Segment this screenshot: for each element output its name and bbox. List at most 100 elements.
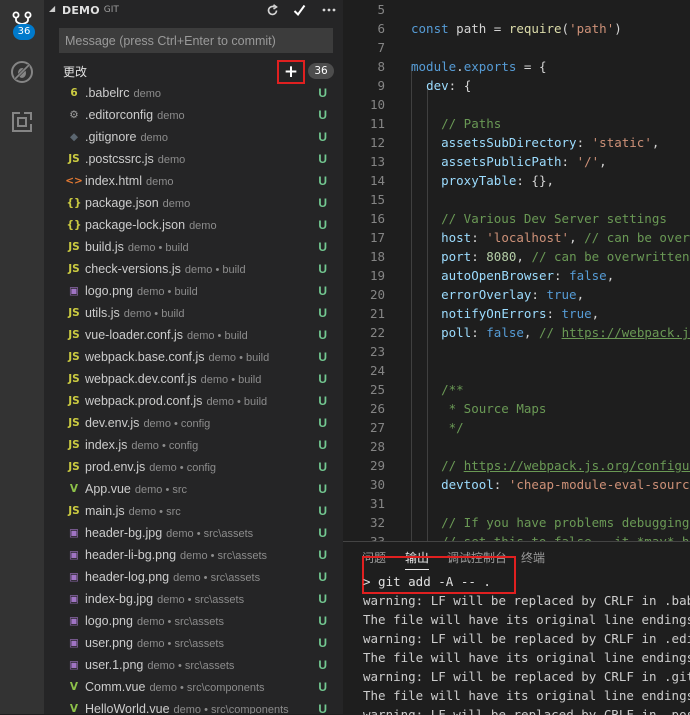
code-token: proxyTable (441, 173, 517, 188)
line-number: 10 (369, 97, 385, 112)
file-type-icon: JS (68, 307, 80, 319)
file-path: demo • build (206, 396, 268, 408)
code-line: 27 */ (343, 418, 690, 437)
line-number: 14 (369, 173, 385, 188)
file-row[interactable]: <> index.html demo U (44, 170, 343, 192)
more-actions-icon[interactable] (320, 2, 338, 18)
code-line: 9 dev: { (343, 76, 690, 95)
file-type-icon: JS (68, 263, 80, 275)
collapse-caret-icon[interactable]: ◢ (49, 4, 55, 13)
code-line: 15 (343, 190, 690, 209)
file-row[interactable]: ▣ header-bg.jpg demo • src\assets U (44, 522, 343, 544)
file-row[interactable]: ▣ logo.png demo • build U (44, 280, 343, 302)
file-status: U (318, 570, 327, 584)
file-row[interactable]: {} package.json demo U (44, 192, 343, 214)
file-row[interactable]: ⚙ .editorconfig demo U (44, 104, 343, 126)
file-row[interactable]: ▣ logo.png demo • src\assets U (44, 610, 343, 632)
line-number: 27 (369, 420, 385, 435)
file-row[interactable]: 6 .babelrc demo U (44, 82, 343, 104)
file-row[interactable]: JS vue-loader.conf.js demo • build U (44, 324, 343, 346)
sidebar-header: ◢ DEMO GIT (44, 0, 343, 20)
code-token: const (411, 21, 449, 36)
code-text: poll: false, // https://webpack.js.org/c… (411, 325, 690, 340)
file-status: U (318, 614, 327, 628)
file-row[interactable]: ▣ header-li-bg.png demo • src\assets U (44, 544, 343, 566)
line-number: 29 (369, 458, 385, 473)
code-token: exports (463, 59, 517, 74)
file-row[interactable]: JS webpack.dev.conf.js demo • build U (44, 368, 343, 390)
code-text: /** (411, 382, 464, 397)
file-path: demo • build (184, 264, 246, 276)
file-row[interactable]: JS webpack.base.conf.js demo • build U (44, 346, 343, 368)
file-row[interactable]: JS index.js demo • config U (44, 434, 343, 456)
file-row[interactable]: JS check-versions.js demo • build U (44, 258, 343, 280)
file-row[interactable]: ▣ index-bg.jpg demo • src\assets U (44, 588, 343, 610)
code-editor[interactable]: 5 6 const path = require('path') 7 8 module.e… (343, 0, 690, 541)
file-type-icon: JS (68, 505, 80, 517)
file-status: U (318, 108, 327, 122)
file-row[interactable]: JS build.js demo • build U (44, 236, 343, 258)
line-number: 11 (369, 116, 385, 131)
file-row[interactable]: ▣ user.1.png demo • src\assets U (44, 654, 343, 676)
code-token: // If you have problems debugging vue-fi… (441, 515, 690, 530)
file-type-icon: V (69, 483, 79, 495)
commit-check-icon[interactable] (290, 2, 308, 18)
file-path: demo (133, 88, 162, 100)
line-number: 24 (369, 363, 385, 378)
file-row[interactable]: JS utils.js demo • build U (44, 302, 343, 324)
file-row[interactable]: ◆ .gitignore demo U (44, 126, 343, 148)
file-status: U (318, 592, 327, 606)
file-path: demo • build (136, 286, 198, 298)
code-token: : (554, 268, 570, 283)
code-token: false (569, 268, 607, 283)
file-name: index.js demo • config (85, 438, 199, 452)
code-line: 10 (343, 95, 690, 114)
file-row[interactable]: JS dev.env.js demo • config U (44, 412, 343, 434)
file-row[interactable]: ▣ user.png demo • src\assets U (44, 632, 343, 654)
refresh-icon[interactable] (263, 2, 281, 18)
line-number: 20 (369, 287, 385, 302)
code-line: 19 autoOpenBrowser: false, (343, 266, 690, 285)
file-row[interactable]: JS .postcssrc.js demo U (44, 148, 343, 170)
code-token: module (411, 59, 457, 74)
code-token: // Various Dev Server settings (411, 211, 667, 226)
code-token: : (546, 306, 562, 321)
debug-icon[interactable] (6, 56, 38, 88)
code-text: proxyTable: {}, (411, 173, 554, 188)
file-row[interactable]: JS webpack.prod.conf.js demo • build U (44, 390, 343, 412)
file-row[interactable]: V App.vue demo • src U (44, 478, 343, 500)
file-name: logo.png demo • src\assets (85, 614, 224, 628)
extensions-icon[interactable] (6, 106, 38, 138)
commit-message-input[interactable] (59, 28, 333, 53)
file-row[interactable]: JS main.js demo • src U (44, 500, 343, 522)
file-row[interactable]: V Comm.vue demo • src\components U (44, 676, 343, 698)
line-number: 17 (369, 230, 385, 245)
file-row[interactable]: {} package-lock.json demo U (44, 214, 343, 236)
stage-all-button[interactable]: + (277, 60, 305, 84)
tab-terminal[interactable]: 终端 (521, 549, 545, 566)
file-name: logo.png demo • build (85, 284, 198, 298)
changes-count-badge: 36 (308, 63, 334, 79)
changes-group-header[interactable]: 更改 + 36 (44, 60, 343, 84)
file-row[interactable]: ▣ header-log.png demo • src\assets U (44, 566, 343, 588)
file-row[interactable]: JS prod.env.js demo • config U (44, 456, 343, 478)
file-path: demo (140, 132, 168, 144)
code-line: 26 * Source Maps (343, 399, 690, 418)
file-path: demo • build (123, 308, 185, 320)
file-status: U (318, 130, 327, 144)
file-status: U (318, 86, 327, 100)
code-line: 22 poll: false, // https://webpack.js.or… (343, 323, 690, 342)
file-row[interactable]: V HelloWorld.vue demo • src\components U (44, 698, 343, 714)
file-path: demo • src\assets (180, 550, 268, 562)
file-type-icon: JS (68, 329, 80, 341)
code-line: 14 proxyTable: {}, (343, 171, 690, 190)
file-status: U (318, 658, 327, 672)
file-status: U (318, 328, 327, 342)
code-token: : { (448, 78, 472, 93)
file-path: demo • src\components (149, 682, 265, 694)
file-type-icon: JS (68, 439, 80, 451)
code-token: . (456, 59, 464, 74)
changed-files-list: 6 .babelrc demo U ⚙ .editorconfig demo U ◆ .gitig… (44, 82, 343, 714)
file-name: .babelrc demo (85, 86, 162, 100)
